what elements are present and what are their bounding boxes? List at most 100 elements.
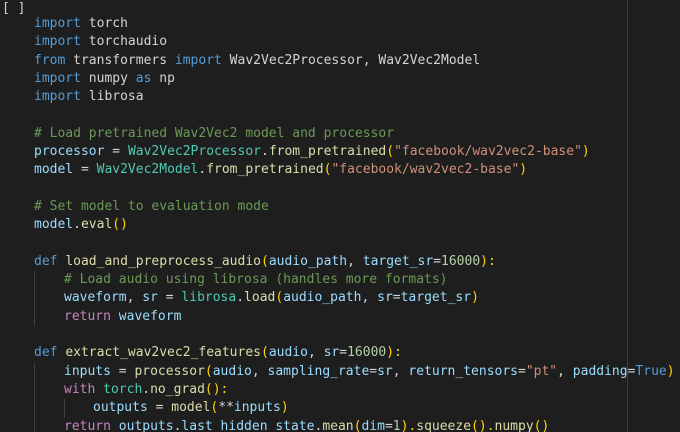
code-token: Wav2Vec2Model — [96, 162, 199, 178]
code-token: padding — [572, 363, 628, 379]
code-token: . — [236, 290, 245, 306]
indent-guide — [34, 399, 35, 418]
code-token: Wav2Vec2Processor — [127, 144, 261, 160]
code-line: inputs = processor(audio, sampling_rate=… — [34, 362, 675, 381]
code-token: 16000 — [347, 345, 387, 361]
code-token: model — [171, 400, 211, 416]
code-token: return_tensors — [408, 363, 518, 379]
code-token: sr — [323, 345, 340, 361]
indent-guide — [34, 271, 35, 290]
code-token: , — [347, 253, 363, 269]
code-token: ) — [581, 144, 590, 160]
code-token: = — [157, 290, 182, 306]
code-token: (). — [471, 418, 495, 432]
code-line: waveform, sr = librosa.load(audio_path, … — [34, 289, 674, 308]
code-token: ): — [480, 253, 496, 269]
cell-run-marker[interactable]: [ ] — [2, 0, 25, 18]
code-token: sr — [377, 363, 393, 379]
code-token: target_sr — [362, 253, 434, 269]
code-token: librosa — [181, 290, 237, 306]
code-token: ( — [204, 363, 213, 379]
code-token: ) — [471, 290, 479, 306]
code-token: eval — [80, 217, 113, 233]
code-token: audio_path — [268, 253, 348, 269]
indent-guide — [34, 380, 35, 400]
code-line: from transformers import Wav2Vec2Process… — [34, 52, 674, 70]
code-token: = — [104, 144, 128, 160]
code-token: numpy — [494, 418, 534, 432]
code-token: torchaudio — [80, 34, 168, 50]
code-comment: # Load audio using librosa (handles more… — [64, 272, 448, 288]
code-token: no_grad — [150, 381, 205, 397]
code-line: return waveform — [34, 307, 674, 327]
code-token: def — [34, 345, 58, 361]
code-token: = — [147, 400, 172, 416]
code-token: squeeze — [416, 418, 472, 432]
code-token: outputs — [93, 400, 148, 416]
code-line: # Load pretrained Wav2Vec2 model and pro… — [34, 125, 674, 143]
code-token: import — [34, 34, 81, 50]
code-token: as — [135, 70, 152, 86]
code-token: = — [433, 253, 442, 269]
code-token: waveform — [118, 308, 182, 324]
code-token: with — [64, 381, 96, 397]
code-token: = — [518, 363, 526, 379]
code-line: model.eval() — [34, 216, 674, 234]
code-token: (): — [204, 381, 229, 397]
code-token: ( — [260, 253, 269, 269]
indent-guide — [34, 307, 35, 327]
code-token: , — [307, 345, 324, 361]
code-line: with torch.no_grad(): — [34, 380, 674, 400]
code-token: 16000 — [441, 253, 481, 269]
code-token: True — [635, 363, 667, 379]
code-line: return outputs.last_hidden_state.mean(di… — [34, 417, 674, 432]
indent-guide — [64, 399, 65, 418]
code-string: "pt" — [525, 363, 558, 379]
code-token: = — [339, 345, 348, 361]
code-token: def — [34, 253, 58, 269]
code-token: return — [64, 308, 111, 324]
code-string: "facebook/wav2vec2-base" — [331, 162, 520, 178]
code-token: ( — [386, 144, 395, 160]
code-token: () — [533, 418, 550, 432]
code-token: model — [34, 162, 74, 178]
code-token: numpy — [80, 70, 136, 86]
code-token: , — [392, 363, 409, 379]
code-token: audio — [212, 363, 252, 379]
code-token: inputs — [64, 363, 111, 379]
code-token: = — [73, 162, 97, 178]
code-token: () — [112, 217, 128, 233]
code-line: import librosa — [34, 88, 674, 106]
code-line: outputs = model(**inputs) — [34, 399, 674, 418]
code-line: # Set model to evaluation mode — [34, 198, 674, 216]
code-token: processor — [34, 144, 105, 160]
code-token: ) — [519, 162, 528, 178]
code-token: 1 — [392, 418, 401, 432]
code-block[interactable]: import torch import torchaudio from tran… — [34, 15, 675, 432]
indent-guide — [34, 417, 35, 432]
code-token: mean — [322, 418, 354, 432]
code-token: np — [151, 70, 175, 86]
code-token: load — [244, 290, 276, 306]
code-token: last_hidden_state — [181, 418, 315, 432]
code-token: audio — [268, 345, 308, 361]
code-token: audio_path — [283, 290, 362, 306]
code-token: outputs — [118, 418, 174, 432]
code-line: model = Wav2Vec2Model.from_pretrained("f… — [34, 161, 674, 179]
code-token: transformers — [65, 52, 175, 68]
code-token: from_pretrained — [268, 144, 387, 160]
code-line: processor = Wav2Vec2Processor.from_pretr… — [34, 143, 674, 161]
code-token: sr — [142, 290, 158, 306]
code-token: torch — [103, 381, 143, 397]
code-editor[interactable]: [ ] import torch import torchaudio from … — [0, 0, 680, 432]
code-string: "facebook/wav2vec2-base" — [394, 144, 582, 160]
indent-guide — [34, 362, 35, 381]
code-token: , — [251, 363, 268, 379]
